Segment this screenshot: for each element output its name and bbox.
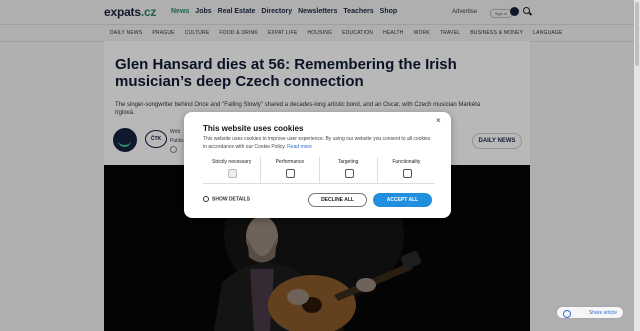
page-scrollbar[interactable] bbox=[634, 0, 640, 331]
cookie-categories: Strictly necessary Performance Targeting… bbox=[203, 157, 435, 183]
performance-checkbox[interactable] bbox=[286, 169, 296, 178]
share-icon bbox=[563, 310, 571, 318]
close-icon[interactable]: × bbox=[436, 116, 441, 125]
share-label: Share article bbox=[588, 310, 617, 316]
category-performance: Performance bbox=[261, 157, 320, 183]
scrollbar-thumb[interactable] bbox=[635, 2, 639, 66]
modal-divider bbox=[203, 183, 435, 184]
page: expats.cz News Jobs Real Estate Director… bbox=[0, 0, 640, 331]
category-label: Targeting bbox=[337, 159, 359, 165]
category-strictly-necessary: Strictly necessary bbox=[203, 157, 262, 183]
category-label: Strictly necessary bbox=[212, 159, 252, 165]
read-more-link[interactable]: Read more bbox=[287, 144, 312, 150]
gear-icon bbox=[203, 196, 209, 202]
decline-all-button[interactable]: DECLINE ALL bbox=[308, 193, 367, 207]
cookie-title: This website uses cookies bbox=[203, 124, 304, 133]
category-label: Functionality bbox=[392, 159, 421, 165]
cookie-body: This website uses cookies to improve use… bbox=[203, 136, 431, 150]
strictly-necessary-checkbox bbox=[228, 169, 237, 178]
show-details-label: SHOW DETAILS bbox=[212, 196, 250, 203]
accept-all-button[interactable]: ACCEPT ALL bbox=[373, 193, 432, 207]
targeting-checkbox[interactable] bbox=[344, 169, 354, 178]
cookie-text: This website uses cookies to improve use… bbox=[203, 136, 433, 151]
share-article-button[interactable]: Share article bbox=[556, 306, 624, 319]
category-targeting: Targeting bbox=[320, 157, 378, 183]
cookie-dialog: × This website uses cookies This website… bbox=[184, 112, 451, 218]
category-functionality: Functionality bbox=[378, 157, 435, 183]
functionality-checkbox[interactable] bbox=[402, 169, 412, 178]
show-details-button[interactable]: SHOW DETAILS bbox=[203, 196, 250, 202]
category-label: Performance bbox=[275, 159, 305, 165]
